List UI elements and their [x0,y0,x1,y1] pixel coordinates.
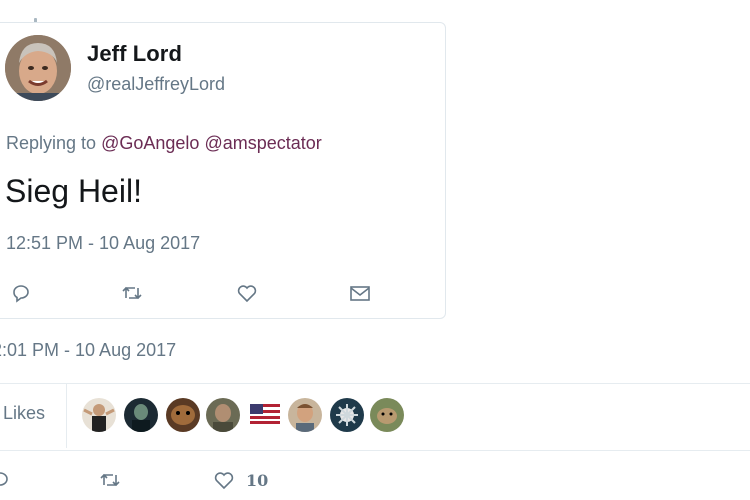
reply-icon[interactable] [0,468,12,492]
message-icon[interactable] [348,281,372,305]
avatar[interactable] [82,398,116,432]
like-icon[interactable] [212,468,236,492]
reply-icon[interactable] [9,281,33,305]
author-name[interactable]: Jeff Lord [87,41,182,67]
tweet-actions [0,281,445,307]
avatar[interactable] [124,398,158,432]
avatar[interactable] [330,398,364,432]
tweet-text: Sieg Heil! [5,173,142,209]
mention-link[interactable]: @amspectator [204,133,321,153]
divider [0,450,750,451]
avatar[interactable] [370,398,404,432]
avatar[interactable] [5,35,71,101]
tweet-actions: 10 [0,468,750,496]
mention-link[interactable]: @GoAngelo [101,133,199,153]
quoted-tweet-card[interactable]: Jeff Lord @realJeffreyLord Replying to @… [0,22,446,319]
replying-to: Replying to @GoAngelo @amspectator [6,133,322,154]
likes-label: Likes [3,403,46,423]
avatar[interactable] [288,398,322,432]
replying-prefix: Replying to [6,133,97,153]
divider [66,384,67,448]
retweet-icon[interactable] [120,281,144,305]
divider [0,383,750,384]
likes-summary[interactable]: 0 Likes [0,403,45,424]
tweet-timestamp[interactable]: 12:51 PM - 10 Aug 2017 [6,233,200,254]
flag-icon[interactable] [250,404,280,424]
retweet-icon[interactable] [98,468,122,492]
like-icon[interactable] [235,281,259,305]
avatar[interactable] [166,398,200,432]
avatar[interactable] [206,398,240,432]
author-handle[interactable]: @realJeffreyLord [87,74,225,95]
tweet-timestamp[interactable]: 2:01 PM - 10 Aug 2017 [0,340,176,361]
like-count: 10 [246,471,269,490]
